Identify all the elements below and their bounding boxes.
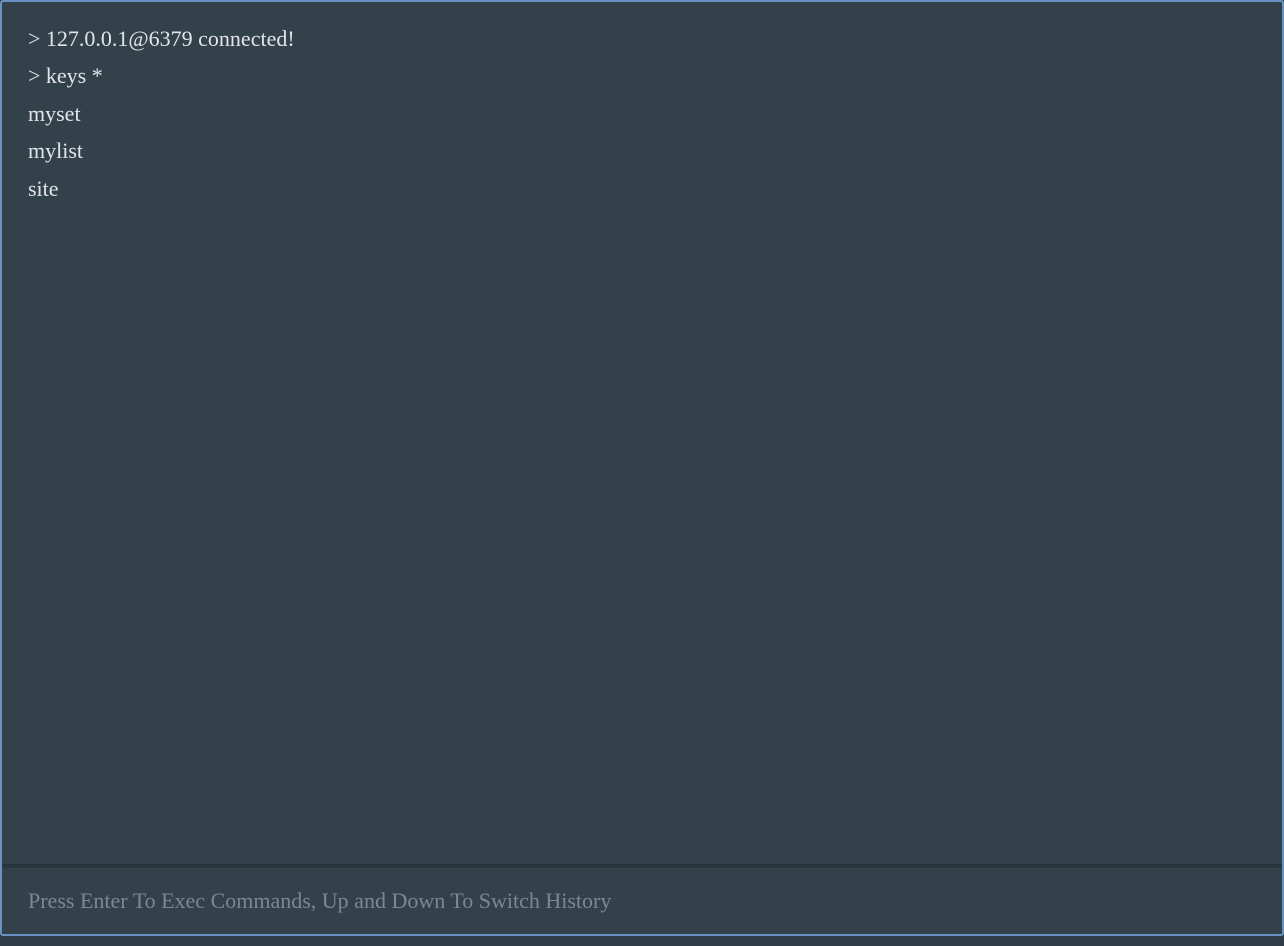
- command-input[interactable]: [28, 888, 1256, 914]
- terminal-container: > 127.0.0.1@6379 connected! > keys * mys…: [0, 0, 1284, 936]
- bottom-spacer: [0, 936, 1284, 946]
- output-line: mylist: [28, 132, 1256, 169]
- output-line: > keys *: [28, 57, 1256, 94]
- terminal-output-area[interactable]: > 127.0.0.1@6379 connected! > keys * mys…: [2, 2, 1282, 864]
- output-line: > 127.0.0.1@6379 connected!: [28, 20, 1256, 57]
- terminal-input-area: [2, 868, 1282, 934]
- output-line: myset: [28, 95, 1256, 132]
- output-line: site: [28, 170, 1256, 207]
